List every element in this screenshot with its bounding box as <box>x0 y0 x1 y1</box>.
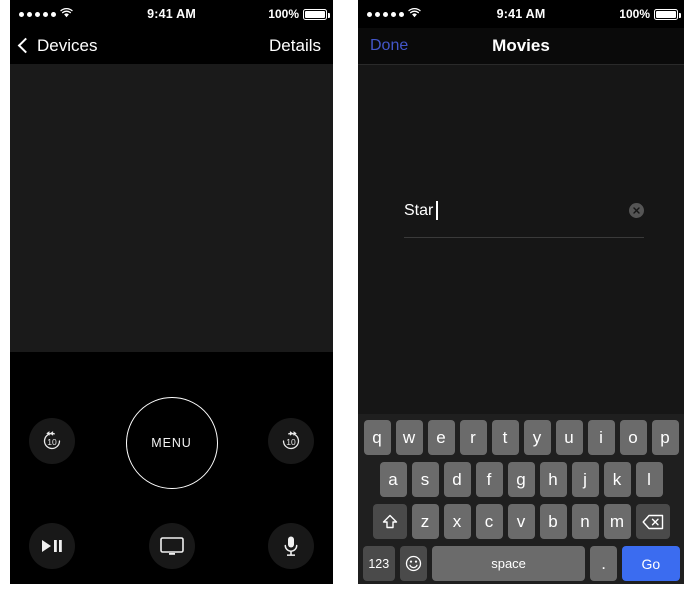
movies-search-screen: 9:41 AM 100% Done Movies Star q w e r t … <box>358 0 684 584</box>
key-h[interactable]: h <box>539 462 567 497</box>
space-key[interactable]: space <box>432 546 586 581</box>
battery-full-icon <box>303 8 330 20</box>
key-j[interactable]: j <box>571 462 599 497</box>
remote-app-screen: 9:41 AM 100% Devices Details 10 10 MENU <box>10 0 333 584</box>
play-pause-icon <box>42 540 62 552</box>
keyboard-row-4: 123 space . Go <box>358 546 684 581</box>
status-right-group-right: 100% <box>619 7 681 21</box>
nav-bar-right: Done Movies <box>358 28 684 64</box>
key-k[interactable]: k <box>603 462 631 497</box>
status-bar-left: 9:41 AM 100% <box>10 0 333 28</box>
skip-back-10-button[interactable]: 10 <box>29 418 75 464</box>
key-g[interactable]: g <box>507 462 535 497</box>
key-m[interactable]: m <box>603 504 631 539</box>
numbers-key[interactable]: 123 <box>362 546 396 581</box>
delete-backspace-icon <box>642 514 663 529</box>
key-y[interactable]: y <box>523 420 551 455</box>
key-r[interactable]: r <box>459 420 487 455</box>
key-l[interactable]: l <box>635 462 663 497</box>
menu-button[interactable]: MENU <box>125 397 218 489</box>
shift-key[interactable] <box>372 504 407 539</box>
page-title: Movies <box>492 36 550 55</box>
key-a[interactable]: a <box>379 462 407 497</box>
emoji-smiley-icon <box>405 555 422 572</box>
key-o[interactable]: o <box>619 420 647 455</box>
key-x[interactable]: x <box>443 504 471 539</box>
key-u[interactable]: u <box>555 420 583 455</box>
search-area: Star <box>358 65 684 414</box>
search-underline <box>404 237 644 238</box>
text-cursor <box>436 201 438 220</box>
nav-bar-left: Devices Details <box>10 28 333 64</box>
key-b[interactable]: b <box>539 504 567 539</box>
key-n[interactable]: n <box>571 504 599 539</box>
tv-icon <box>159 537 184 555</box>
onscreen-keyboard: q w e r t y u i o p a s d f g h j k l z … <box>358 414 684 584</box>
menu-button-label: MENU <box>151 436 192 450</box>
key-z[interactable]: z <box>411 504 439 539</box>
key-c[interactable]: c <box>475 504 503 539</box>
screenshot-stage: 9:41 AM 100% Devices Details 10 10 MENU … <box>0 0 684 596</box>
details-button[interactable]: Details <box>269 36 321 56</box>
key-q[interactable]: q <box>363 420 391 455</box>
status-right-group: 100% <box>268 7 330 21</box>
period-key[interactable]: . <box>590 546 618 581</box>
skip-forward-10-button[interactable]: 10 <box>268 418 314 464</box>
search-input[interactable]: Star <box>404 202 433 220</box>
svg-text:10: 10 <box>286 437 296 447</box>
key-d[interactable]: d <box>443 462 471 497</box>
status-bar-right: 9:41 AM 100% <box>358 0 684 28</box>
keyboard-row-2: a s d f g h j k l <box>358 462 684 497</box>
battery-percent-label: 100% <box>268 7 299 21</box>
keyboard-row-3: z x c v b n m <box>358 504 684 539</box>
remote-touchpad[interactable] <box>10 64 333 352</box>
svg-text:10: 10 <box>47 437 57 447</box>
key-v[interactable]: v <box>507 504 535 539</box>
key-p[interactable]: p <box>651 420 679 455</box>
skip-back-10-icon: 10 <box>43 431 61 450</box>
shift-up-arrow-icon <box>382 514 397 528</box>
key-w[interactable]: w <box>395 420 423 455</box>
search-input-row[interactable]: Star <box>404 201 644 220</box>
delete-key[interactable] <box>635 504 670 539</box>
tv-button[interactable] <box>148 523 195 569</box>
key-f[interactable]: f <box>475 462 503 497</box>
microphone-icon <box>284 536 298 556</box>
go-key[interactable]: Go <box>622 546 680 581</box>
remote-control-panel: 10 10 MENU <box>10 352 333 583</box>
key-e[interactable]: e <box>427 420 455 455</box>
microphone-button[interactable] <box>268 523 314 569</box>
keyboard-row-1: q w e r t y u i o p <box>358 420 684 455</box>
battery-full-icon <box>654 8 681 20</box>
key-s[interactable]: s <box>411 462 439 497</box>
back-button-devices[interactable]: Devices <box>17 36 98 56</box>
key-i[interactable]: i <box>587 420 615 455</box>
back-button-label: Devices <box>37 36 98 55</box>
emoji-key[interactable] <box>400 546 428 581</box>
battery-percent-label: 100% <box>619 7 650 21</box>
key-t[interactable]: t <box>491 420 519 455</box>
chevron-left-icon <box>17 37 34 54</box>
clear-circle-icon[interactable] <box>629 203 644 218</box>
play-pause-button[interactable] <box>29 523 75 569</box>
skip-forward-10-icon: 10 <box>282 431 300 450</box>
